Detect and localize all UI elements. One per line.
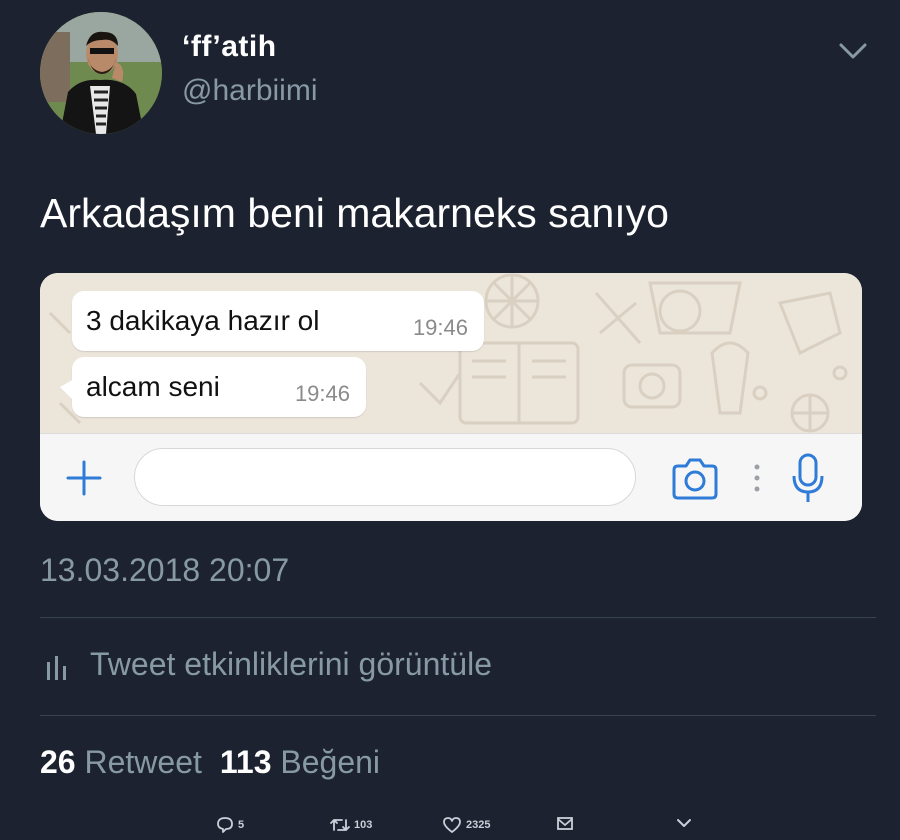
chat-area: 3 dakikaya hazır ol 19:46 alcam seni 19:… (40, 273, 862, 433)
tweet-action-bar: 5 103 2325 (0, 810, 900, 840)
divider (40, 617, 876, 618)
divider (40, 715, 876, 716)
message-text: alcam seni (86, 371, 220, 402)
chevron-down-icon (677, 819, 691, 827)
bar-chart-icon (46, 654, 70, 680)
chat-message: alcam seni 19:46 (60, 357, 366, 417)
mail-icon (557, 817, 573, 830)
reply-button[interactable]: 5 (216, 816, 256, 836)
message-time: 19:46 (412, 315, 468, 340)
retweets-stat[interactable]: 26 Retweet (40, 744, 202, 780)
microphone-icon[interactable] (790, 452, 826, 504)
chat-input-bar (40, 433, 862, 521)
likes-stat[interactable]: 113 Beğeni (220, 744, 380, 780)
tweet-stats: 26 Retweet 113 Beğeni (40, 744, 380, 781)
avatar-photo (40, 12, 162, 134)
tweet-timestamp[interactable]: 13.03.2018 20:07 (40, 552, 289, 589)
message-input[interactable] (134, 448, 636, 506)
activity-label: Tweet etkinliklerini görüntüle (90, 646, 492, 682)
tweet-media-image[interactable]: 3 dakikaya hazır ol 19:46 alcam seni 19:… (40, 273, 862, 521)
tweet-text: Arkadaşım beni makarneks sanıyo (40, 190, 669, 236)
retweets-count: 26 (40, 744, 76, 780)
avatar[interactable] (40, 12, 162, 134)
retweet-icon (330, 819, 350, 831)
message-time: 19:46 (294, 381, 350, 406)
likes-label: Beğeni (280, 744, 381, 780)
likes-count: 113 (219, 744, 272, 780)
retweet-button[interactable]: 103 (330, 816, 380, 836)
reply-count: 5 (238, 819, 245, 831)
user-handle[interactable]: @harbiimi (182, 74, 317, 108)
tweet-detail: ‘ff’atih @harbiimi Arkadaşım beni makarn… (0, 0, 900, 840)
chat-message: 3 dakikaya hazır ol 19:46 (72, 291, 484, 351)
camera-icon[interactable] (670, 458, 720, 500)
reply-icon (217, 817, 233, 833)
message-text: 3 dakikaya hazır ol (86, 305, 320, 336)
more-options-button[interactable] (676, 816, 692, 836)
heart-icon (443, 817, 461, 833)
display-name[interactable]: ‘ff’atih (182, 30, 277, 64)
retweet-count: 103 (354, 819, 373, 831)
direct-message-button[interactable] (556, 816, 574, 836)
plus-icon[interactable] (64, 458, 104, 498)
chevron-down-icon[interactable] (836, 36, 870, 66)
like-count: 2325 (466, 819, 491, 831)
retweets-label: Retweet (84, 744, 202, 780)
like-button[interactable]: 2325 (442, 816, 496, 836)
more-dots-icon[interactable] (752, 462, 762, 494)
